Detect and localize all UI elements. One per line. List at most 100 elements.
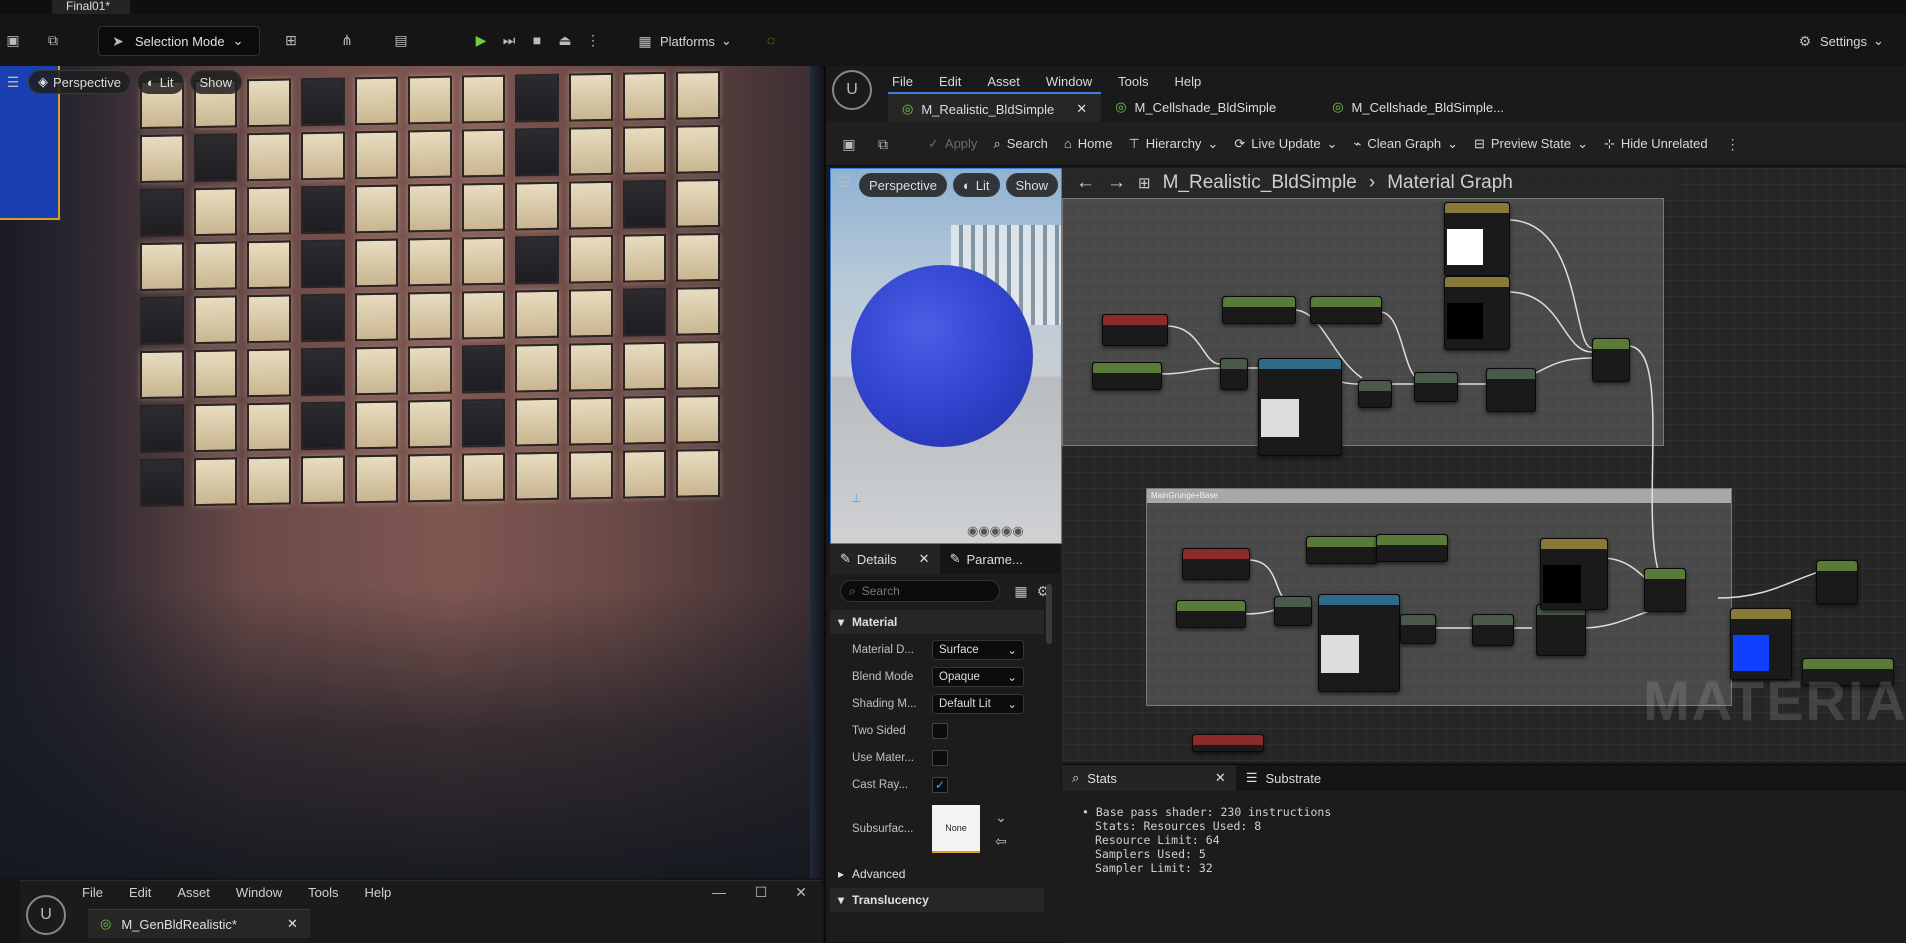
- tab-realistic-bldsimple[interactable]: ◎ M_Realistic_BldSimple ✕: [888, 92, 1102, 124]
- shading-model-dropdown[interactable]: Default Lit ⌄: [932, 694, 1024, 714]
- node-uv-size-2[interactable]: [1176, 600, 1246, 628]
- node-power[interactable]: [1414, 372, 1458, 402]
- node-contrast[interactable]: [1310, 296, 1382, 324]
- node-grunge-colour[interactable]: [1444, 202, 1510, 276]
- close-tab-icon[interactable]: ✕: [1215, 770, 1226, 786]
- search-button[interactable]: ⌕ Search: [993, 136, 1047, 152]
- menu-tools[interactable]: Tools: [308, 885, 338, 900]
- node-lerp-2[interactable]: [1644, 568, 1686, 612]
- node-texcoord-3[interactable]: [1192, 734, 1264, 752]
- clean-graph-button[interactable]: ⌁ Clean Graph ⌄: [1354, 136, 1458, 152]
- menu-asset[interactable]: Asset: [987, 74, 1020, 89]
- level-viewport[interactable]: ☰ ◈ Perspective ◐ Lit Show: [0, 66, 822, 878]
- chevron-down-icon[interactable]: ⌄: [992, 808, 1010, 826]
- tab-details[interactable]: ✎ Details ✕: [830, 544, 940, 574]
- cast-ray-traced-shadows-checkbox[interactable]: ✓: [932, 777, 948, 793]
- menu-help[interactable]: Help: [1174, 74, 1201, 89]
- node-lerp-3[interactable]: [1816, 560, 1858, 604]
- content-browser-icon[interactable]: ⧉: [44, 31, 62, 49]
- tab-parameters[interactable]: ✎ Parame...: [940, 544, 1033, 574]
- menu-file[interactable]: File: [82, 885, 103, 900]
- node-multiply-4[interactable]: [1400, 614, 1436, 644]
- tab-stats[interactable]: ⌕ Stats ✕: [1062, 765, 1236, 791]
- menu-window[interactable]: Window: [236, 885, 282, 900]
- table-view-icon[interactable]: ▦: [1012, 582, 1030, 600]
- node-base-colour[interactable]: [1540, 538, 1608, 610]
- hierarchy-button[interactable]: ⊤ Hierarchy ⌄: [1128, 136, 1218, 152]
- close-tab-icon[interactable]: ✕: [287, 916, 298, 932]
- close-tab-icon[interactable]: ✕: [919, 551, 930, 567]
- material-tab[interactable]: ◎ M_GenBldRealistic* ✕: [88, 909, 310, 938]
- node-contrast-2[interactable]: [1376, 534, 1448, 562]
- lit-button[interactable]: ◐ Lit: [952, 173, 1000, 197]
- section-material[interactable]: ▾ Material: [830, 610, 1044, 634]
- step-icon[interactable]: ⏭: [500, 31, 518, 49]
- node-grunge-colour-2[interactable]: [1444, 276, 1510, 350]
- section-translucency[interactable]: ▾ Translucency: [830, 888, 1044, 912]
- node-texcoord[interactable]: [1102, 314, 1168, 346]
- preview-mesh-shapes-icon[interactable]: ◉◉◉◉◉: [967, 523, 1024, 539]
- blueprint-icon[interactable]: ⋔: [338, 31, 356, 49]
- cinematics-icon[interactable]: ▤: [392, 31, 410, 49]
- save-icon[interactable]: ▣: [840, 135, 858, 153]
- node-blend-tint[interactable]: [1222, 296, 1296, 324]
- material-domain-dropdown[interactable]: Surface ⌄: [932, 640, 1024, 660]
- use-selected-icon[interactable]: ⇦: [992, 832, 1010, 850]
- maximize-icon[interactable]: ☐: [752, 883, 770, 901]
- selection-mode-dropdown[interactable]: ➤ Selection Mode ⌄: [98, 26, 260, 56]
- perspective-button[interactable]: ◈ Perspective: [28, 70, 131, 94]
- tab-cellshade-bldsimple-2[interactable]: ◎ M_Cellshade_BldSimple...: [1318, 92, 1518, 122]
- close-icon[interactable]: ✕: [792, 883, 810, 901]
- browse-icon[interactable]: ⧉: [874, 135, 892, 153]
- tab-substrate[interactable]: ☰ Substrate: [1236, 765, 1331, 791]
- details-search-input[interactable]: ⌕ Search: [840, 580, 1000, 602]
- node-main-grunge-texture[interactable]: [1318, 594, 1400, 692]
- two-sided-checkbox[interactable]: [932, 723, 948, 739]
- settings-dropdown[interactable]: ⚙ Settings ⌄: [1796, 32, 1884, 50]
- node-multiply-3[interactable]: [1274, 596, 1312, 626]
- menu-file[interactable]: File: [892, 74, 913, 89]
- section-advanced[interactable]: ▸ Advanced: [830, 862, 1044, 886]
- node-clamp-2[interactable]: [1536, 604, 1586, 656]
- subsurface-thumbnail[interactable]: None: [932, 805, 980, 853]
- close-tab-icon[interactable]: ✕: [1076, 101, 1087, 117]
- material-preview-viewport[interactable]: ☰ Perspective ◐ Lit Show ⊥ ◉◉◉◉◉: [830, 168, 1062, 544]
- more-options-icon[interactable]: ⋮: [1724, 135, 1742, 153]
- node-side-grunge-texture[interactable]: [1258, 358, 1342, 456]
- menu-edit[interactable]: Edit: [939, 74, 961, 89]
- stop-icon[interactable]: ■: [528, 31, 546, 49]
- tab-cellshade-bldsimple[interactable]: ◎ M_Cellshade_BldSimple: [1101, 92, 1290, 122]
- menu-window[interactable]: Window: [1046, 74, 1092, 89]
- more-options-icon[interactable]: ⋮: [584, 31, 602, 49]
- material-graph-canvas[interactable]: ← → ⊞ M_Realistic_BldSimple › Material G…: [1062, 168, 1906, 762]
- menu-edit[interactable]: Edit: [129, 885, 151, 900]
- blend-mode-dropdown[interactable]: Opaque ⌄: [932, 667, 1024, 687]
- hamburger-menu-icon[interactable]: ☰: [4, 73, 22, 91]
- preview-state-button[interactable]: ⊟ Preview State ⌄: [1474, 136, 1588, 152]
- home-button[interactable]: ⌂ Home: [1064, 136, 1113, 151]
- show-button[interactable]: Show: [1005, 173, 1059, 197]
- apply-button[interactable]: ✓ Apply: [928, 136, 977, 152]
- node-power-2[interactable]: [1472, 614, 1514, 646]
- hamburger-menu-icon[interactable]: ☰: [835, 173, 853, 191]
- node-multiply[interactable]: [1220, 358, 1248, 390]
- add-actor-icon[interactable]: ⊞: [282, 31, 300, 49]
- platforms-dropdown[interactable]: ▦ Platforms ⌄: [636, 32, 731, 50]
- menu-help[interactable]: Help: [364, 885, 391, 900]
- lit-button[interactable]: ◐ Lit: [136, 70, 184, 94]
- play-icon[interactable]: ▶: [472, 31, 490, 49]
- node-uv-size[interactable]: [1092, 362, 1162, 390]
- node-clamp[interactable]: [1486, 368, 1536, 412]
- menu-tools[interactable]: Tools: [1118, 74, 1148, 89]
- node-multiply-2[interactable]: [1358, 380, 1392, 408]
- minimize-icon[interactable]: —: [710, 883, 728, 901]
- use-material-attributes-checkbox[interactable]: [932, 750, 948, 766]
- eject-icon[interactable]: ⏏: [556, 31, 574, 49]
- hide-unrelated-button[interactable]: ⊹ Hide Unrelated: [1604, 136, 1708, 152]
- level-tab[interactable]: Final01*: [52, 0, 131, 14]
- node-texcoord-2[interactable]: [1182, 548, 1250, 580]
- show-button[interactable]: Show: [189, 70, 243, 94]
- save-icon[interactable]: ▣: [4, 31, 22, 49]
- menu-asset[interactable]: Asset: [177, 885, 210, 900]
- live-update-button[interactable]: ⟳ Live Update ⌄: [1234, 136, 1337, 152]
